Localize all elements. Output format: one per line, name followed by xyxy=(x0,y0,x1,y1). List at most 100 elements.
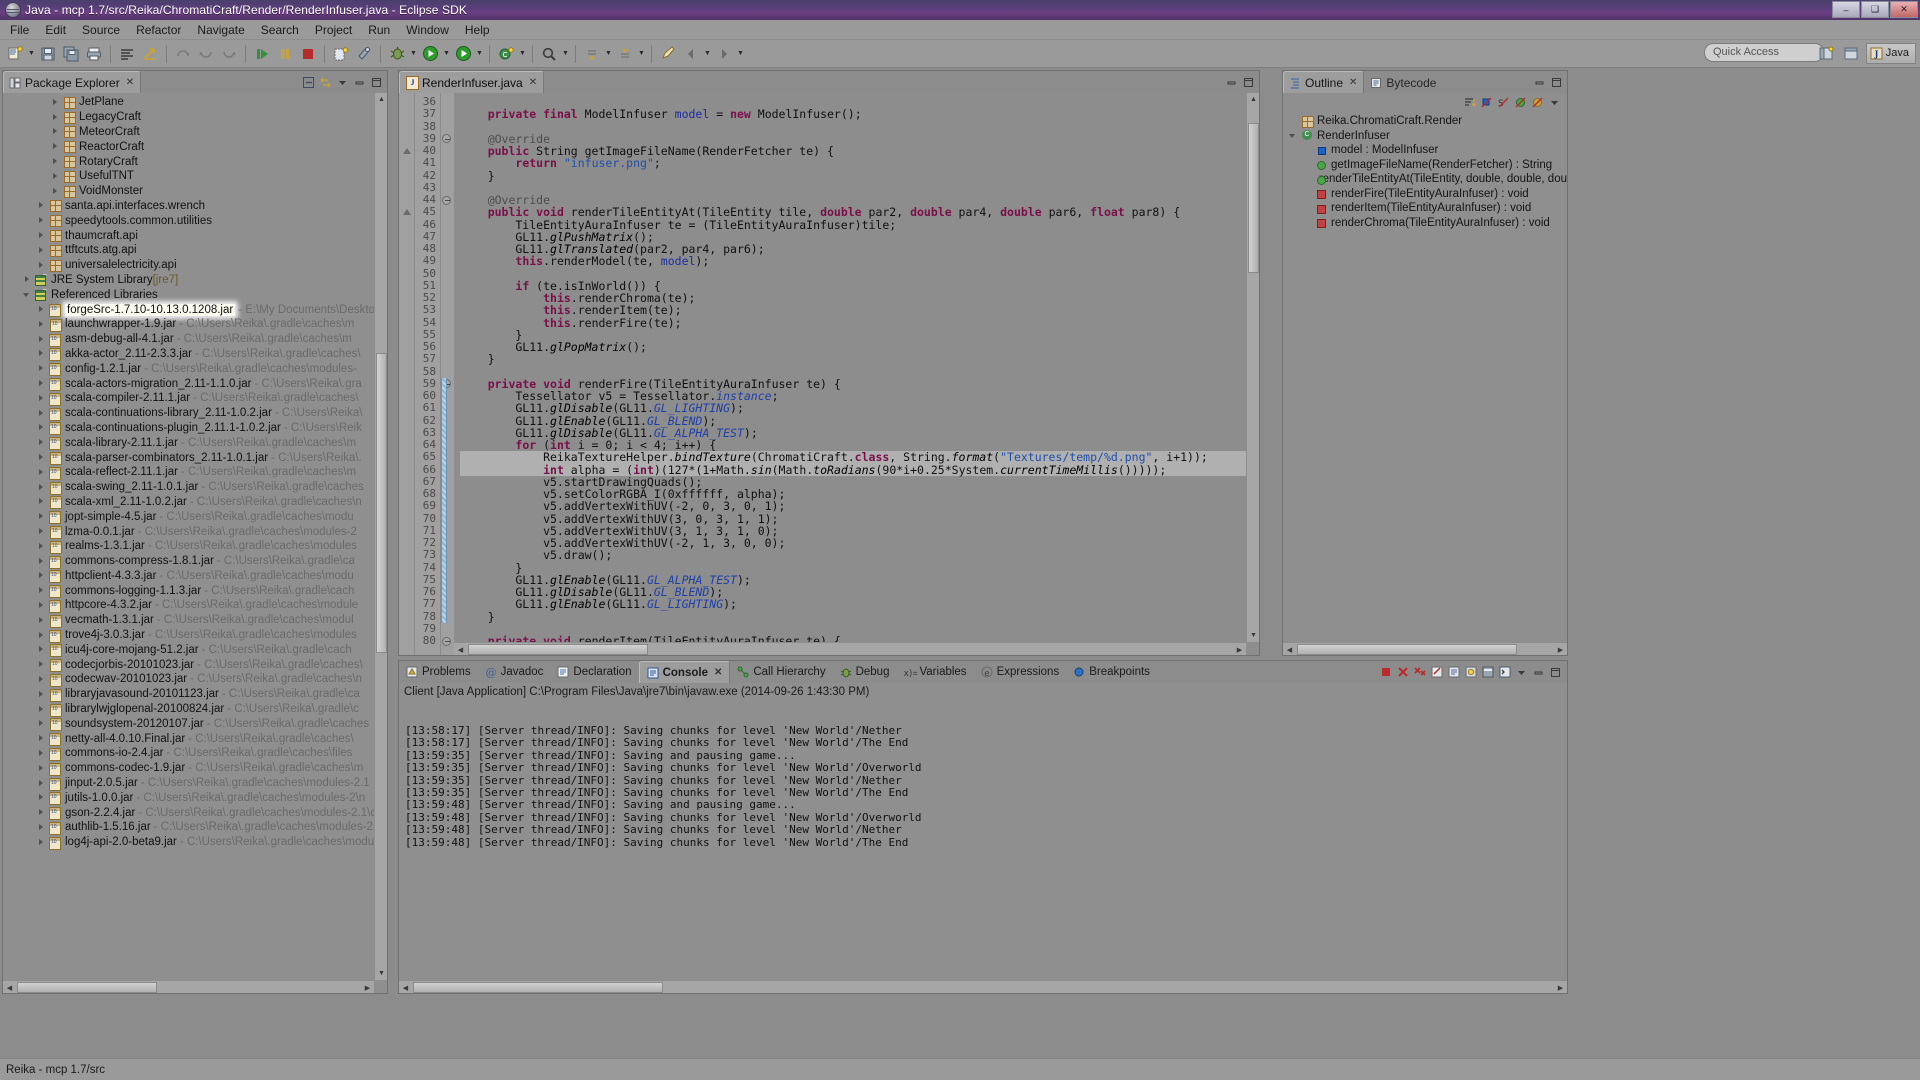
scroll-down-icon[interactable]: ▼ xyxy=(1248,630,1259,641)
menu-window[interactable]: Window xyxy=(398,21,457,39)
code-line[interactable]: } xyxy=(460,353,1259,365)
expand-arrow-closed-icon[interactable] xyxy=(37,660,46,669)
expand-arrow-closed-icon[interactable] xyxy=(37,616,46,625)
expand-arrow-closed-icon[interactable] xyxy=(37,261,46,270)
package-explorer-item[interactable]: gson-2.2.4.jar- C:\Users\Reika\.gradle\c… xyxy=(3,805,387,821)
hide-local-types-icon[interactable] xyxy=(1530,95,1544,109)
menu-run[interactable]: Run xyxy=(360,21,398,39)
expand-arrow-closed-icon[interactable] xyxy=(37,335,46,344)
code-line[interactable]: } xyxy=(460,169,1259,182)
code-line[interactable]: GL11.glEnable(GL11.GL_LIGHTING); xyxy=(460,598,1259,610)
expand-arrow-closed-icon[interactable] xyxy=(23,275,32,284)
expand-arrow-closed-icon[interactable] xyxy=(37,601,46,610)
scroll-left-icon[interactable]: ◀ xyxy=(4,982,15,993)
expand-arrow-closed-icon[interactable] xyxy=(37,823,46,832)
back-dropdown-icon[interactable]: ▼ xyxy=(703,43,712,65)
package-explorer-item[interactable]: scala-xml_2.11-1.0.2.jar- C:\Users\Reika… xyxy=(3,495,387,510)
expand-arrow-closed-icon[interactable] xyxy=(37,512,46,521)
collapse-all-icon[interactable] xyxy=(301,75,315,89)
menu-navigate[interactable]: Navigate xyxy=(189,21,252,39)
package-explorer-item[interactable]: trove4j-3.0.3.jar- C:\Users\Reika\.gradl… xyxy=(3,628,387,643)
expand-arrow-closed-icon[interactable] xyxy=(37,483,46,492)
close-button[interactable]: ✕ xyxy=(1890,1,1918,18)
expand-arrow-closed-icon[interactable] xyxy=(37,793,46,802)
expand-arrow-closed-icon[interactable] xyxy=(37,201,46,210)
expand-arrow-closed-icon[interactable] xyxy=(37,216,46,225)
package-explorer-item[interactable]: LegacyCraft xyxy=(3,110,387,125)
package-explorer-item[interactable]: scala-library-2.11.1.jar- C:\Users\Reika… xyxy=(3,435,387,451)
expand-arrow-closed-icon[interactable] xyxy=(37,749,46,758)
forward-icon[interactable] xyxy=(713,43,735,65)
package-explorer-item[interactable]: scala-continuations-library_2.11-1.0.2.j… xyxy=(3,406,387,421)
hide-nonpublic-icon[interactable] xyxy=(1513,95,1527,109)
package-explorer-item[interactable]: thaumcraft.api xyxy=(3,228,387,243)
run-icon[interactable] xyxy=(419,43,441,65)
package-explorer-item[interactable]: authlib-1.5.16.jar- C:\Users\Reika\.grad… xyxy=(3,820,387,835)
outline-item[interactable]: renderItem(TileEntityAuraInfuser) : void xyxy=(1283,201,1567,216)
outline-item[interactable]: renderTileEntityAt(TileEntity, double, d… xyxy=(1283,172,1567,187)
console-hscrollbar[interactable]: ◀ ▶ xyxy=(399,980,1567,993)
code-line[interactable]: this.renderFire(te); xyxy=(460,316,1259,329)
package-explorer-item[interactable]: asm-debug-all-4.1.jar- C:\Users\Reika\.g… xyxy=(3,332,387,347)
code-line[interactable]: v5.draw(); xyxy=(460,549,1259,561)
package-explorer-item[interactable]: realms-1.3.1.jar- C:\Users\Reika\.gradle… xyxy=(3,539,387,554)
code-line[interactable]: } xyxy=(460,610,1259,623)
fold-collapse-icon[interactable] xyxy=(442,195,451,205)
outline-item[interactable]: renderChroma(TileEntityAuraInfuser) : vo… xyxy=(1283,216,1567,231)
new-dropdown-icon[interactable]: ▼ xyxy=(27,43,36,65)
package-explorer-item[interactable]: RotaryCraft xyxy=(3,154,387,169)
expand-arrow-closed-icon[interactable] xyxy=(37,305,46,314)
new-class-icon[interactable]: C xyxy=(495,43,517,65)
package-explorer-hscrollbar[interactable]: ◀ ▶ xyxy=(3,980,374,993)
package-explorer-item[interactable]: commons-logging-1.1.3.jar- C:\Users\Reik… xyxy=(3,583,387,599)
package-explorer-item[interactable]: jinput-2.0.5.jar- C:\Users\Reika\.gradle… xyxy=(3,776,387,791)
close-icon[interactable]: ✕ xyxy=(1349,77,1357,88)
package-explorer-item[interactable]: JetPlane xyxy=(3,95,387,110)
menu-refactor[interactable]: Refactor xyxy=(128,21,189,39)
package-explorer-item[interactable]: libraryjavasound-20101123.jar- C:\Users\… xyxy=(3,687,387,702)
menu-project[interactable]: Project xyxy=(307,21,360,39)
expand-arrow-closed-icon[interactable] xyxy=(37,808,46,817)
expand-arrow-closed-icon[interactable] xyxy=(37,557,46,566)
package-explorer-item[interactable]: scala-actors-migration_2.11-1.1.0.jar- C… xyxy=(3,376,387,392)
close-icon[interactable]: ✕ xyxy=(126,77,134,88)
code-line[interactable]: this.renderModel(te, model); xyxy=(460,255,1259,267)
editor-marker-column[interactable] xyxy=(399,93,415,655)
scroll-right-icon[interactable]: ▶ xyxy=(1555,644,1566,655)
remove-all-launches-icon[interactable] xyxy=(1412,665,1427,680)
expand-arrow-closed-icon[interactable] xyxy=(37,394,46,403)
expand-arrow-closed-icon[interactable] xyxy=(51,98,60,107)
scroll-left-icon[interactable]: ◀ xyxy=(455,644,466,655)
pin-console-icon[interactable] xyxy=(1463,665,1478,680)
expand-arrow-closed-icon[interactable] xyxy=(51,187,60,196)
package-explorer-item[interactable]: ReactorCraft xyxy=(3,139,387,154)
package-explorer-item[interactable]: MeteorCraft xyxy=(3,125,387,140)
scroll-right-icon[interactable]: ▶ xyxy=(1555,982,1566,993)
expand-arrow-closed-icon[interactable] xyxy=(37,379,46,388)
package-explorer-item[interactable]: scala-swing_2.11-1.0.1.jar- C:\Users\Rei… xyxy=(3,480,387,495)
expand-arrow-closed-icon[interactable] xyxy=(37,838,46,847)
vscroll-thumb[interactable] xyxy=(376,353,387,653)
scroll-left-icon[interactable]: ◀ xyxy=(1284,644,1295,655)
remove-launch-icon[interactable] xyxy=(1395,665,1410,680)
package-explorer-item[interactable]: scala-continuations-plugin_2.11.1-1.0.2.… xyxy=(3,421,387,436)
expand-arrow-closed-icon[interactable] xyxy=(51,113,60,122)
tab-console[interactable]: Console ✕ xyxy=(638,661,731,683)
expand-arrow-closed-icon[interactable] xyxy=(37,320,46,329)
package-explorer-item[interactable]: UsefulTNT xyxy=(3,169,387,184)
expand-arrow-closed-icon[interactable] xyxy=(37,231,46,240)
resume-icon[interactable] xyxy=(251,43,273,65)
package-explorer-item[interactable]: httpclient-4.3.3.jar- C:\Users\Reika\.gr… xyxy=(3,569,387,584)
minimize-editor-icon[interactable] xyxy=(1224,75,1238,89)
close-icon[interactable]: ✕ xyxy=(714,667,722,678)
hscroll-thumb[interactable] xyxy=(468,644,648,655)
previous-annotation-dropdown-icon[interactable]: ▼ xyxy=(637,43,646,65)
new-class-dropdown-icon[interactable]: ▼ xyxy=(518,43,527,65)
step-into-icon[interactable] xyxy=(195,43,217,65)
editor-vscrollbar[interactable]: ▲ ▼ xyxy=(1246,93,1259,642)
perspective-java-button[interactable]: J Java xyxy=(1865,42,1916,64)
save-all-icon[interactable] xyxy=(60,43,82,65)
expand-arrow-closed-icon[interactable] xyxy=(37,779,46,788)
maximize-button[interactable]: ❑ xyxy=(1861,1,1889,18)
expand-arrow-open-icon[interactable] xyxy=(1289,131,1298,140)
